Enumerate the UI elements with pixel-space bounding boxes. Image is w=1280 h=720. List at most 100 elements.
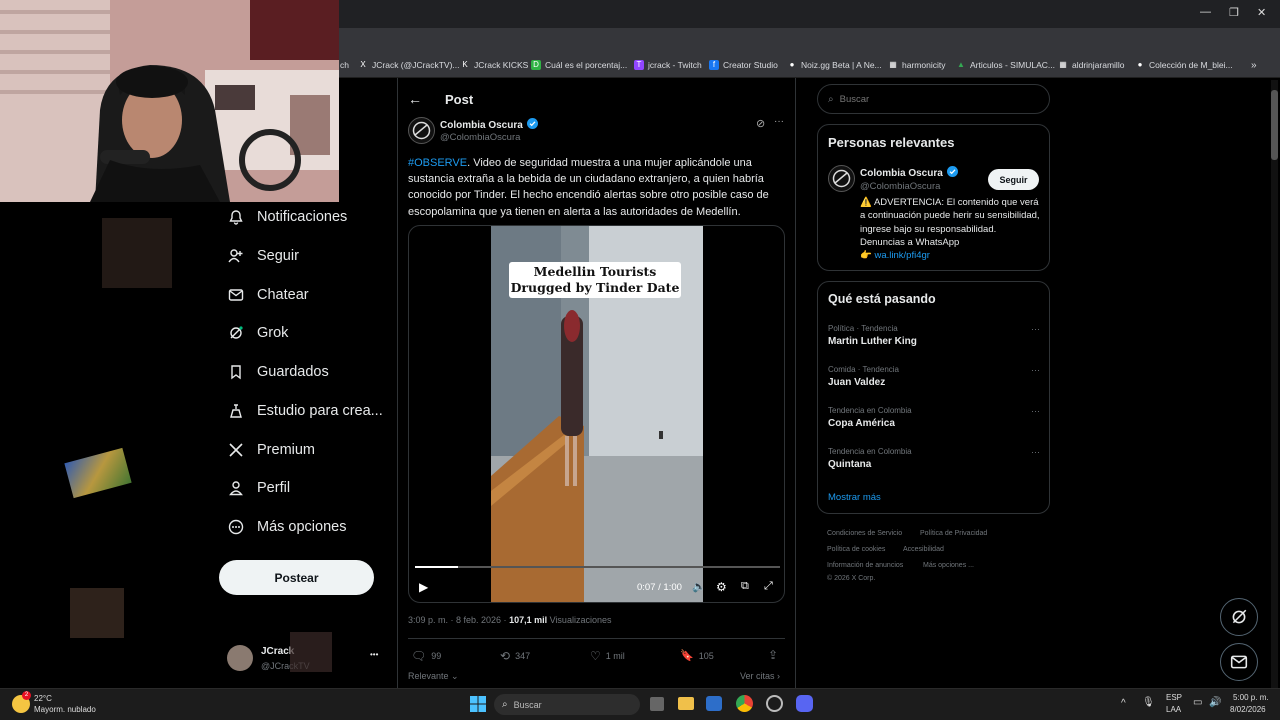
- person-name[interactable]: Colombia Oscura: [860, 166, 958, 180]
- chevron-right-double-icon[interactable]: »: [1251, 60, 1257, 71]
- nav-item-premium[interactable]: Premium: [228, 442, 315, 458]
- nav-item-notificaciones[interactable]: Notificaciones: [228, 209, 347, 225]
- footer-link[interactable]: Condiciones de Servicio: [827, 530, 902, 537]
- nav-item-chatear[interactable]: Chatear: [228, 287, 309, 303]
- search-icon: ⌕: [502, 699, 508, 710]
- chrome-icon[interactable]: [736, 695, 753, 712]
- more-icon[interactable]: ···: [1031, 406, 1040, 416]
- avatar[interactable]: [828, 165, 855, 192]
- minimize-icon[interactable]: —: [1200, 6, 1211, 18]
- pip-icon[interactable]: ⧉: [741, 580, 749, 593]
- app-icon[interactable]: [766, 695, 783, 712]
- chevron-up-icon[interactable]: ^: [1121, 698, 1126, 709]
- bookmark-item[interactable]: ch: [340, 60, 349, 70]
- bookmark-item[interactable]: D Cuál es el porcentaj...: [531, 60, 627, 70]
- footer-link[interactable]: Accesibilidad: [903, 546, 944, 553]
- bookmark-item[interactable]: ▲ Articulos - SIMULAC...: [956, 60, 1055, 70]
- clock-time[interactable]: 5:00 p. m.: [1233, 693, 1269, 702]
- nav-item-mas-opciones[interactable]: Más opciones: [228, 519, 346, 535]
- search-box[interactable]: ⌕: [817, 84, 1050, 114]
- taskbar-search[interactable]: ⌕ Buscar: [494, 694, 640, 715]
- windows-taskbar: 2 22°C Mayorm. nublado ⌕ Buscar ^ 🎙 ESP …: [0, 688, 1280, 720]
- play-icon[interactable]: ▶: [419, 580, 428, 594]
- grok-explain-icon[interactable]: ⊘: [756, 117, 765, 130]
- trend-item[interactable]: Tendencia en Colombia Copa América ···: [828, 406, 1040, 429]
- settings-gear-icon[interactable]: ⚙: [716, 580, 727, 594]
- microphone-icon[interactable]: 🎙: [1142, 697, 1155, 708]
- reply-button[interactable]: 🗨 99: [411, 649, 441, 663]
- bookmark-item[interactable]: ▦ aldrinjaramillo: [1058, 60, 1124, 70]
- discord-icon[interactable]: [796, 695, 813, 712]
- footer-link[interactable]: Política de cookies: [827, 546, 885, 553]
- follow-button[interactable]: Seguir: [988, 169, 1039, 190]
- post-button[interactable]: Postear: [219, 560, 374, 595]
- messages-fab[interactable]: [1220, 643, 1258, 681]
- page-title: Post: [445, 92, 474, 107]
- sort-dropdown[interactable]: Relevante ⌄: [408, 671, 459, 682]
- author-name[interactable]: Colombia Oscura: [440, 118, 538, 132]
- video-player[interactable]: Medellin Tourists Drugged by Tinder Date…: [408, 225, 785, 603]
- scrollbar-thumb[interactable]: [1271, 90, 1278, 160]
- hashtag-link[interactable]: #OBSERVE: [408, 157, 467, 169]
- trend-item[interactable]: Tendencia en Colombia Quintana ···: [828, 447, 1040, 470]
- nav-item-perfil[interactable]: Perfil: [228, 480, 290, 496]
- task-view-icon[interactable]: [650, 697, 664, 711]
- speaker-icon[interactable]: 🔊: [1209, 697, 1221, 708]
- like-button[interactable]: ♡ 1 mil: [590, 649, 625, 663]
- mail-icon: [228, 287, 244, 303]
- footer-link[interactable]: Más opciones ...: [923, 562, 974, 569]
- divider: [408, 638, 785, 639]
- kick-icon: K: [462, 60, 468, 69]
- overlay-image: [102, 218, 172, 288]
- search-input[interactable]: [839, 93, 1020, 105]
- repost-button[interactable]: ⟲ 347: [500, 649, 530, 663]
- windows-start-icon[interactable]: [470, 696, 486, 712]
- bookmark-item[interactable]: K JCrack KICKS: [460, 60, 528, 70]
- nav-item-estudio[interactable]: Estudio para crea...: [228, 403, 383, 419]
- nav-item-grok[interactable]: Grok: [228, 325, 288, 341]
- mail-app-icon[interactable]: [706, 696, 722, 711]
- bookmark-item[interactable]: ● Colección de M_blei...: [1135, 60, 1233, 70]
- bookmark-icon: 🔖: [680, 650, 694, 662]
- bookmark-item[interactable]: ▦ harmonicity: [888, 60, 945, 70]
- reply-icon: 🗨: [411, 649, 427, 663]
- nav-item-seguir[interactable]: Seguir: [228, 248, 299, 264]
- bookmark-item[interactable]: Tjcrack - Twitch: [634, 60, 702, 70]
- bookmark-button[interactable]: 🔖 105: [680, 649, 714, 662]
- author-avatar[interactable]: [408, 117, 435, 144]
- view-quotes-link[interactable]: Ver citas ›: [740, 671, 780, 681]
- grok-fab[interactable]: [1220, 598, 1258, 636]
- search-icon: ⌕: [828, 93, 834, 105]
- trend-item[interactable]: Comida · Tendencia Juan Valdez ···: [828, 365, 1040, 388]
- scrollbar[interactable]: [1271, 80, 1278, 688]
- relevant-people-card: Personas relevantes Colombia Oscura @Col…: [817, 124, 1050, 271]
- restore-icon[interactable]: ❐: [1229, 6, 1239, 19]
- more-icon[interactable]: ···: [1031, 447, 1040, 457]
- bookmark-item[interactable]: X JCrack (@JCrackTV)...: [358, 60, 459, 70]
- more-icon[interactable]: •••: [370, 650, 378, 659]
- close-icon[interactable]: ✕: [1257, 6, 1266, 19]
- bookmark-item[interactable]: f Creator Studio: [709, 60, 778, 70]
- network-icon[interactable]: ▭: [1193, 697, 1202, 708]
- show-more-link[interactable]: Mostrar más: [828, 492, 881, 503]
- volume-icon[interactable]: 🔈: [692, 580, 706, 593]
- more-icon[interactable]: ···: [1031, 324, 1040, 334]
- back-arrow-icon[interactable]: ←: [408, 91, 422, 107]
- file-explorer-icon[interactable]: [678, 697, 694, 710]
- weather-temp: 22°C: [34, 694, 52, 703]
- x-logo-icon: X: [360, 60, 366, 69]
- language-code[interactable]: ESP: [1166, 693, 1182, 702]
- video-progress-bar[interactable]: [415, 566, 780, 568]
- nav-item-guardados[interactable]: Guardados: [228, 364, 329, 380]
- share-icon[interactable]: ⇪: [768, 648, 778, 662]
- heart-icon: ♡: [590, 649, 601, 663]
- site-icon: ▦: [1059, 60, 1067, 69]
- footer-link[interactable]: Información de anuncios: [827, 562, 903, 569]
- more-icon[interactable]: ···: [774, 116, 784, 127]
- bookmark-item[interactable]: ● Noiz.gg Beta | A Ne...: [787, 60, 882, 70]
- bio-link[interactable]: wa.link/pfi4gr: [874, 250, 929, 261]
- more-icon[interactable]: ···: [1031, 365, 1040, 375]
- trend-item[interactable]: Política · Tendencia Martin Luther King …: [828, 324, 1040, 347]
- footer-link[interactable]: Política de Privacidad: [920, 530, 987, 537]
- fullscreen-icon[interactable]: ⤢: [764, 580, 773, 593]
